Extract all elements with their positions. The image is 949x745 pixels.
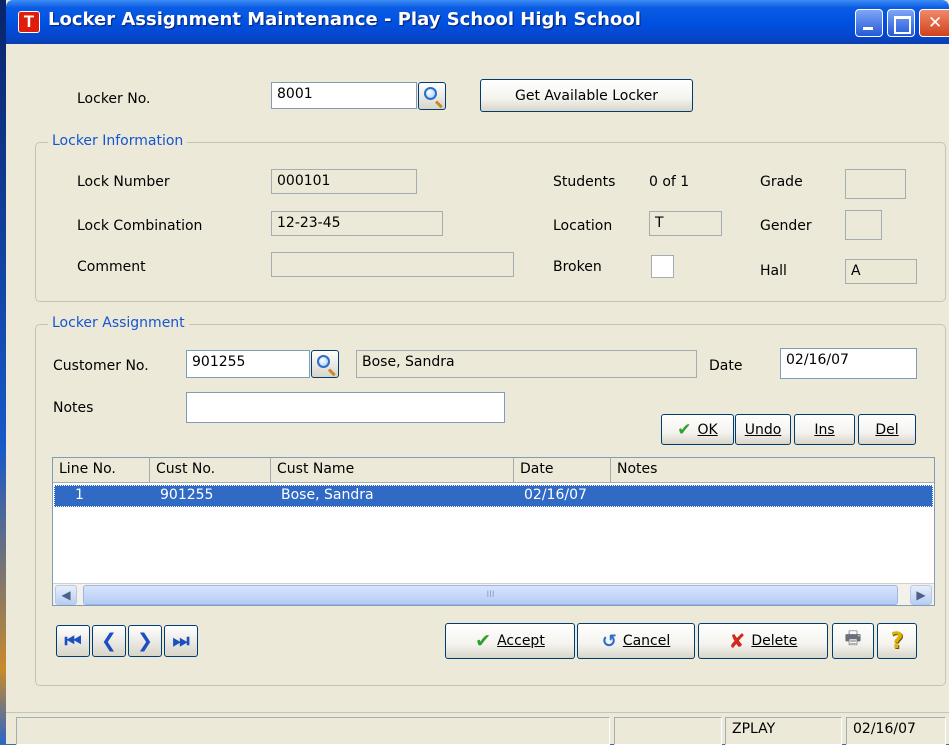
get-available-locker-button[interactable]: Get Available Locker bbox=[480, 79, 693, 112]
assignment-grid[interactable]: Line No. Cust No. Cust Name Date Notes 1… bbox=[52, 457, 935, 606]
comment-field bbox=[271, 252, 514, 277]
locker-no-input[interactable]: 8001 bbox=[271, 82, 417, 109]
del-label: Del bbox=[875, 421, 899, 438]
customer-lookup-button[interactable] bbox=[311, 350, 339, 378]
column-header-cust-no[interactable]: Cust No. bbox=[150, 458, 271, 483]
accept-label: Accept bbox=[497, 633, 545, 649]
column-header-date[interactable]: Date bbox=[514, 458, 611, 483]
cancel-button[interactable]: ↺ Cancel bbox=[577, 623, 695, 659]
broken-label: Broken bbox=[553, 259, 602, 275]
scroll-right-icon[interactable]: ▶ bbox=[910, 585, 932, 605]
magnifier-icon bbox=[317, 355, 330, 368]
ins-button[interactable]: Ins bbox=[794, 414, 855, 445]
table-row[interactable]: 1 901255 Bose, Sandra 02/16/07 bbox=[54, 485, 933, 507]
locker-no-label: Locker No. bbox=[77, 91, 151, 107]
delete-x-icon: ✘ bbox=[728, 629, 746, 653]
locker-lookup-button[interactable] bbox=[418, 82, 446, 110]
accept-button[interactable]: ✔ Accept bbox=[445, 623, 575, 659]
title-bar[interactable]: T Locker Assignment Maintenance - Play S… bbox=[6, 0, 949, 44]
del-button[interactable]: Del bbox=[858, 414, 916, 445]
cell-cust-name: Bose, Sandra bbox=[281, 487, 374, 503]
status-panel-blank bbox=[614, 717, 722, 745]
cell-cust-no: 901255 bbox=[160, 487, 214, 503]
window-title: Locker Assignment Maintenance - Play Sch… bbox=[48, 9, 641, 30]
ok-label: OK bbox=[697, 421, 718, 438]
customer-no-input[interactable]: 901255 bbox=[186, 350, 310, 378]
next-record-button[interactable]: ❯ bbox=[128, 625, 162, 657]
checkmark-icon: ✔ bbox=[475, 630, 492, 652]
column-header-notes[interactable]: Notes bbox=[611, 458, 934, 483]
window-client: Locker No. 8001 Get Available Locker Loc… bbox=[6, 44, 949, 745]
locker-information-title: Locker Information bbox=[48, 133, 188, 149]
undo-button[interactable]: Undo bbox=[735, 414, 791, 445]
magnifier-icon bbox=[424, 87, 437, 100]
gender-label: Gender bbox=[760, 218, 812, 234]
grade-label: Grade bbox=[760, 174, 803, 190]
app-icon: T bbox=[18, 11, 40, 33]
checkmark-icon: ✔ bbox=[677, 419, 692, 440]
first-record-icon: ⏮ bbox=[64, 630, 82, 652]
status-bar: ZPLAY 02/16/07 bbox=[6, 712, 949, 745]
grid-header: Line No. Cust No. Cust Name Date Notes bbox=[53, 458, 934, 483]
status-date: 02/16/07 bbox=[846, 717, 946, 745]
scroll-thumb[interactable]: III bbox=[83, 585, 898, 605]
previous-record-button[interactable]: ❮ bbox=[92, 625, 126, 657]
status-panel-main bbox=[16, 717, 610, 745]
students-value: 0 of 1 bbox=[649, 174, 690, 190]
cell-line-no: 1 bbox=[75, 487, 84, 503]
printer-icon: 🖶 bbox=[844, 628, 862, 649]
lock-combination-field: 12-23-45 bbox=[271, 211, 443, 236]
get-available-locker-label: Get Available Locker bbox=[514, 87, 658, 104]
customer-name-field: Bose, Sandra bbox=[356, 350, 697, 378]
last-record-icon: ⏭ bbox=[172, 630, 190, 652]
print-button[interactable]: 🖶 bbox=[832, 623, 874, 659]
locker-assignment-title: Locker Assignment bbox=[48, 315, 189, 331]
customer-no-label: Customer No. bbox=[53, 358, 149, 374]
undo-arrow-icon: ↺ bbox=[601, 630, 617, 652]
notes-label: Notes bbox=[53, 400, 94, 416]
scroll-left-icon[interactable]: ◀ bbox=[55, 585, 77, 605]
next-record-icon: ❯ bbox=[137, 630, 153, 652]
students-label: Students bbox=[553, 174, 616, 190]
gender-field bbox=[845, 210, 882, 240]
cell-date: 02/16/07 bbox=[524, 487, 587, 503]
column-header-line-no[interactable]: Line No. bbox=[53, 458, 150, 483]
hall-label: Hall bbox=[760, 263, 787, 279]
horizontal-scrollbar[interactable]: ◀ III ▶ bbox=[53, 583, 934, 605]
minimize-button[interactable] bbox=[855, 9, 883, 37]
comment-label: Comment bbox=[77, 259, 146, 275]
grade-field bbox=[845, 169, 906, 199]
last-record-button[interactable]: ⏭ bbox=[164, 625, 198, 657]
lock-number-label: Lock Number bbox=[77, 174, 170, 190]
lock-number-field: 000101 bbox=[271, 169, 417, 194]
maximize-button[interactable] bbox=[887, 9, 915, 37]
scroll-grip: III bbox=[486, 590, 495, 600]
broken-checkbox[interactable] bbox=[651, 255, 674, 278]
lock-combination-label: Lock Combination bbox=[77, 218, 203, 234]
date-input[interactable]: 02/16/07 bbox=[780, 348, 917, 379]
ins-label: Ins bbox=[814, 421, 835, 438]
delete-label: Delete bbox=[751, 633, 798, 649]
close-button[interactable] bbox=[919, 9, 949, 37]
location-field: T bbox=[649, 211, 722, 236]
locker-assignment-window: T Locker Assignment Maintenance - Play S… bbox=[0, 0, 949, 745]
first-record-button[interactable]: ⏮ bbox=[56, 625, 90, 657]
cancel-label: Cancel bbox=[622, 633, 671, 649]
notes-input[interactable] bbox=[186, 392, 505, 423]
status-company: ZPLAY bbox=[725, 717, 842, 745]
delete-button[interactable]: ✘ Delete bbox=[698, 623, 828, 659]
hall-field: A bbox=[845, 259, 917, 284]
previous-record-icon: ❮ bbox=[101, 630, 117, 652]
date-label: Date bbox=[709, 358, 743, 374]
undo-label: Undo bbox=[744, 421, 782, 438]
location-label: Location bbox=[553, 218, 613, 234]
help-button[interactable]: ? bbox=[877, 623, 917, 659]
column-header-cust-name[interactable]: Cust Name bbox=[271, 458, 514, 483]
ok-button[interactable]: ✔ OK bbox=[661, 414, 734, 445]
question-mark-icon: ? bbox=[890, 628, 904, 654]
